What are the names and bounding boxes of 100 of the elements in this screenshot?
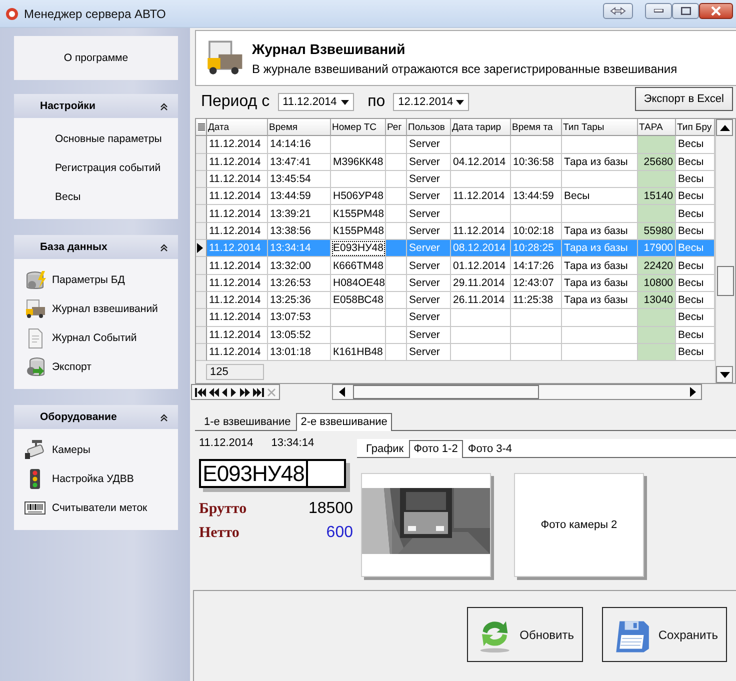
table-cell: Server <box>407 170 451 188</box>
horizontal-scrollbar[interactable] <box>332 384 702 400</box>
weight-label: Брутто <box>199 500 247 518</box>
sidebar-item[interactable]: Основные параметры <box>14 124 178 153</box>
column-header[interactable]: Дата тарир <box>451 119 511 136</box>
page-title: Журнал Взвешиваний <box>252 40 406 56</box>
table-cell: 17900 <box>638 240 676 258</box>
table-cell: Server <box>407 188 451 206</box>
caret-icon <box>456 100 464 104</box>
group-title: База данных <box>40 241 108 253</box>
table-cell: 22420 <box>638 257 676 275</box>
table-cell <box>331 309 386 327</box>
previous-button[interactable] <box>222 388 228 397</box>
table-cell <box>638 309 676 327</box>
table-cell: 29.11.2014 <box>451 274 511 292</box>
close-button[interactable] <box>699 2 733 18</box>
table-cell: Весы <box>676 326 715 344</box>
first-icon <box>195 388 206 397</box>
table-cell: 11.12.2014 <box>207 188 268 206</box>
sidebar-item[interactable]: Считыватели меток <box>14 493 178 522</box>
column-header[interactable]: Время та <box>511 119 562 136</box>
table-cell <box>386 240 407 258</box>
table-cell: Server <box>407 309 451 327</box>
table-cell: 13040 <box>638 292 676 310</box>
table-cell: Server <box>407 205 451 223</box>
table-cell: Весы <box>676 309 715 327</box>
scroll-up-button[interactable] <box>716 119 733 136</box>
tab[interactable]: 1-е взвешивание <box>199 413 296 430</box>
tab[interactable]: Фото 3-4 <box>462 440 518 458</box>
minimize-button[interactable] <box>645 2 672 18</box>
refresh-button[interactable]: Обновить <box>467 607 583 662</box>
table-cell: 11.12.2014 <box>207 222 268 240</box>
table-cell: 13:32:00 <box>268 257 331 275</box>
table-cell: 11.12.2014 <box>207 257 268 275</box>
date-dropdown[interactable]: 12.12.2014 <box>393 93 470 111</box>
last-icon <box>253 388 264 397</box>
sidebar-item[interactable]: Регистрация событий <box>14 153 178 182</box>
scroll-down-button[interactable] <box>716 366 733 384</box>
swap-button[interactable] <box>603 2 633 18</box>
first-button[interactable] <box>195 388 206 397</box>
sidebar-item[interactable]: Настройка УДВВ <box>14 464 178 493</box>
export-button[interactable]: Экспорт в Excel <box>634 87 733 111</box>
table-cell: 13:38:56 <box>268 222 331 240</box>
column-header[interactable]: Номер ТС <box>331 119 386 136</box>
sidebar-item[interactable]: Журнал взвешиваний <box>14 294 178 323</box>
tab[interactable]: Фото 1-2 <box>408 440 463 458</box>
down-arrow-icon <box>720 372 730 378</box>
up-arrow-icon <box>720 124 730 130</box>
right-arrow-icon <box>690 387 696 398</box>
previous-icon <box>222 388 228 397</box>
table-cell <box>451 344 511 362</box>
table-cell <box>386 154 407 171</box>
database-icon <box>24 356 46 378</box>
sidebar-item[interactable]: Параметры БД <box>14 265 178 294</box>
table-cell: 13:45:54 <box>268 170 331 188</box>
table-cell: Тара из базы <box>562 274 638 292</box>
sidebar-item[interactable]: Журнал Событий <box>14 323 178 352</box>
fast-forward-button[interactable] <box>240 388 250 397</box>
column-header[interactable]: Пользов <box>407 119 451 136</box>
table-cell: 08.12.2014 <box>451 240 511 258</box>
sidebar-item[interactable]: Камеры <box>14 435 178 464</box>
date-dropdown[interactable]: 11.12.2014 <box>278 93 354 111</box>
table-cell: 55980 <box>638 222 676 240</box>
row-header[interactable] <box>196 240 207 258</box>
table-cell: Server <box>407 326 451 344</box>
table-cell: 13:34:14 <box>268 240 331 258</box>
column-header[interactable]: Дата <box>207 119 268 136</box>
about-item[interactable]: О программе <box>14 36 178 80</box>
table-cell <box>451 326 511 344</box>
maximize-button[interactable] <box>672 2 699 18</box>
sidebar-item[interactable]: Экспорт <box>14 352 178 381</box>
scrollbar-thumb[interactable] <box>717 266 734 296</box>
table-cell <box>638 205 676 223</box>
tab[interactable]: График <box>361 440 409 458</box>
rewind-icon <box>209 388 219 397</box>
delete-icon <box>267 388 276 397</box>
table-cell: Весы <box>676 188 715 206</box>
table-cell: Тара из базы <box>562 240 638 258</box>
rewind-button[interactable] <box>209 388 219 397</box>
table-cell: Е093НУ48 <box>331 240 386 258</box>
next-button[interactable] <box>231 388 237 397</box>
table-cell <box>331 326 386 344</box>
window-title: Менеджер сервера АВТО <box>24 6 166 20</box>
column-header[interactable]: Тип Тары <box>562 119 638 136</box>
column-header[interactable]: Тип Бру <box>676 119 715 136</box>
sidebar-item[interactable]: Весы <box>14 182 178 211</box>
table-cell <box>386 274 407 292</box>
weight-label: Нетто <box>199 524 240 542</box>
record-navigator[interactable] <box>191 384 280 400</box>
table-cell: 13:44:59 <box>268 188 331 206</box>
column-header[interactable]: Время <box>268 119 331 136</box>
table-cell: 11.12.2014 <box>207 154 268 171</box>
table-cell <box>386 205 407 223</box>
weighing-date: 11.12.2014 <box>199 437 254 450</box>
column-header[interactable]: ТАРА <box>638 119 676 136</box>
column-header[interactable]: Рег <box>386 119 407 136</box>
save-button[interactable]: Сохранить <box>602 607 727 662</box>
table-cell: 11:25:38 <box>511 292 562 310</box>
tab[interactable]: 2-е взвешивание <box>296 413 392 432</box>
last-button[interactable] <box>253 388 264 397</box>
